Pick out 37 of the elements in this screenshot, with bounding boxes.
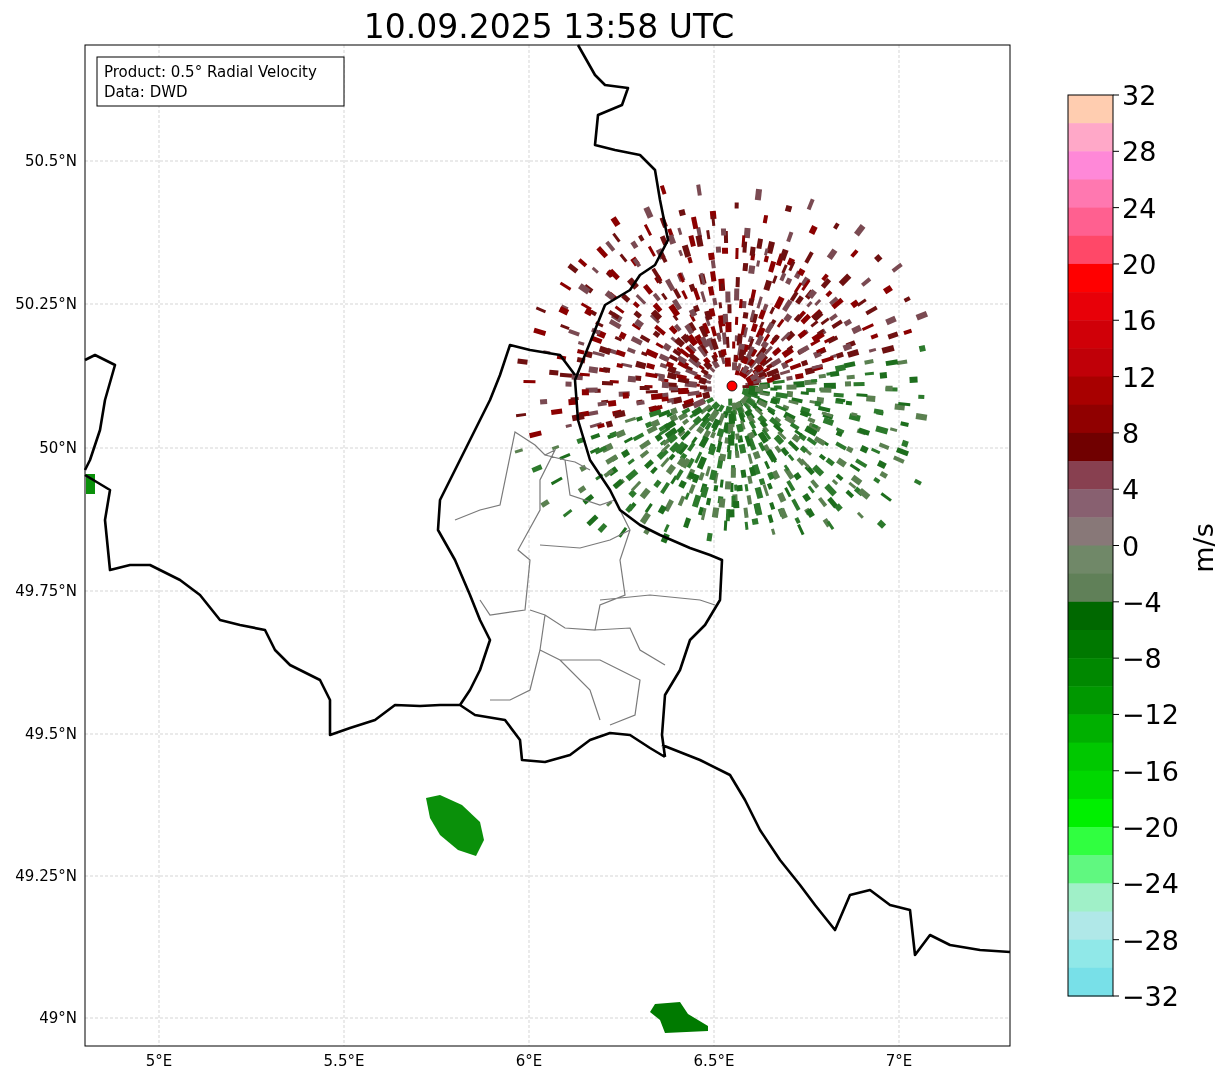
colorbar-tick-label: −12 — [1122, 699, 1179, 731]
radar-site-marker — [726, 380, 738, 392]
radar-echo-drawing — [650, 1002, 708, 1033]
colorbar-tick-label: 12 — [1122, 361, 1157, 393]
longitude-label: 5.5°E — [323, 1052, 365, 1070]
latitude-label: 50.5°N — [24, 152, 77, 170]
latitude-label: 50°N — [39, 439, 77, 457]
latitude-label: 49.75°N — [15, 582, 77, 600]
colorbar-tick-label: 8 — [1122, 417, 1140, 449]
latitude-label: 49.25°N — [15, 867, 77, 885]
radar-echo-drawing — [86, 474, 95, 494]
legend-text: Product: 0.5° Radial Velocity — [104, 63, 317, 81]
colorbar-tick-label: 0 — [1122, 530, 1140, 562]
latitude-label: 49.5°N — [24, 725, 77, 743]
colorbar-tick-label: 32 — [1122, 80, 1157, 111]
colorbar-tick-label: 24 — [1122, 192, 1157, 224]
latitude-label: 49°N — [39, 1009, 77, 1027]
radar-echo-drawing — [426, 795, 484, 856]
longitude-label: 6.5°E — [693, 1052, 735, 1070]
colorbar-tick-label: −16 — [1122, 755, 1179, 787]
colorbar-tick-label: 28 — [1122, 136, 1157, 168]
colorbar-tick-label: −20 — [1122, 812, 1179, 844]
colorbar-unit-label: m/s — [1188, 523, 1219, 573]
longitude-label: 7°E — [885, 1052, 913, 1070]
latitude-label: 50.25°N — [15, 295, 77, 313]
colorbar-tick-label: 16 — [1122, 305, 1157, 337]
colorbar-tick-label: −4 — [1122, 586, 1162, 618]
colorbar-tick-label: −28 — [1122, 924, 1179, 956]
colorbar-tick-label: −24 — [1122, 868, 1179, 900]
colorbar-tick-label: −32 — [1122, 981, 1179, 1012]
colorbar-tick-label: 20 — [1122, 248, 1157, 280]
legend-text: Data: DWD — [104, 83, 188, 101]
colorbar-tick-label: −8 — [1122, 643, 1162, 675]
longitude-label: 6°E — [515, 1052, 543, 1070]
longitude-label: 5°E — [145, 1052, 173, 1070]
chart-title: 10.09.2025 13:58 UTC — [363, 7, 735, 46]
colorbar-tick-label: 4 — [1122, 474, 1140, 506]
